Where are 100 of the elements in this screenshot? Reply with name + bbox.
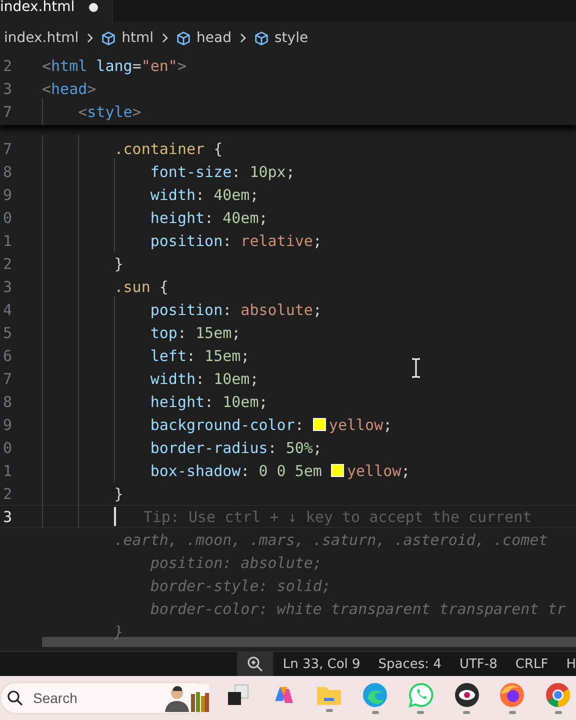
breadcrumb-item[interactable]: html <box>122 30 154 46</box>
code-text: position <box>150 300 223 318</box>
breadcrumb-item[interactable]: head <box>196 30 232 46</box>
zoom-button[interactable] <box>236 652 273 676</box>
folder-icon <box>316 684 342 706</box>
text-cursor-icon <box>411 358 421 378</box>
code-text: 15em <box>196 324 232 342</box>
search-input[interactable]: Search <box>31 689 155 707</box>
code-text: > <box>132 102 142 120</box>
line-number: 8 <box>2 162 12 180</box>
code-text: left <box>150 346 186 364</box>
code-text: : <box>294 416 305 434</box>
line-number: 2 <box>2 56 12 74</box>
code-text: position <box>150 232 223 250</box>
line-number: 7 <box>2 140 12 158</box>
code-text: 0 0 5em <box>258 462 323 480</box>
chat-phone-icon <box>408 682 434 708</box>
search-bar[interactable]: Search <box>0 682 210 714</box>
line-number: 3 <box>2 80 12 98</box>
suggestion-text: } <box>114 622 124 640</box>
zoom-icon <box>246 656 263 672</box>
code-text: ; <box>383 416 392 434</box>
editor-tab[interactable]: index.html <box>0 0 113 22</box>
code-text: ; <box>258 392 268 410</box>
cube-icon <box>254 30 268 46</box>
fox-globe-icon <box>499 682 526 708</box>
cube-icon <box>100 30 116 46</box>
line-number: 0 <box>2 208 12 226</box>
status-item[interactable]: CRLF <box>515 656 548 672</box>
code-text: height <box>150 392 205 410</box>
code-text: box-shadow <box>150 462 241 480</box>
code-text: } <box>114 254 124 272</box>
code-text: 10em <box>214 370 250 388</box>
code-text: 10px <box>250 162 286 180</box>
code-text: .container <box>114 140 205 158</box>
code-text: ; <box>312 438 322 456</box>
code-text: ; <box>312 300 322 318</box>
code-text: } <box>114 484 124 502</box>
code-text: : <box>204 392 215 410</box>
chevron-icon <box>238 32 248 44</box>
line-number: 9 <box>2 416 12 434</box>
line-number: 5 <box>2 324 12 342</box>
cube-icon <box>176 30 191 46</box>
squares-icon <box>226 683 250 707</box>
chevron-icon <box>84 32 95 44</box>
tip-text: Tip: Use ctrl + ↓ key to accept the current <box>142 508 532 526</box>
breadcrumb-item[interactable]: style <box>274 30 308 46</box>
code-text: "en" <box>141 56 178 74</box>
code-text: < <box>42 56 52 74</box>
code-text: : <box>196 370 206 388</box>
code-text: < <box>78 102 88 120</box>
code-text: : <box>177 324 188 342</box>
line-number: 4 <box>2 300 12 318</box>
line-number: 8 <box>2 392 12 410</box>
code-text: ; <box>240 346 250 364</box>
code-text: ; <box>401 462 410 480</box>
code-text: font-size <box>150 162 232 180</box>
line-number: 1 <box>2 462 12 480</box>
color-swatch[interactable] <box>330 464 344 477</box>
code-text: .sun <box>114 278 150 296</box>
line-number: 1 <box>2 232 12 250</box>
code-text: ; <box>258 208 268 226</box>
code-text: : <box>222 232 233 250</box>
line-number: 3 <box>2 508 12 526</box>
code-text: ; <box>250 186 259 204</box>
line-number: 9 <box>2 186 12 204</box>
code-text: width <box>150 186 196 204</box>
status-item[interactable]: Spaces: 4 <box>378 656 442 672</box>
code-text: : <box>222 300 233 318</box>
code-text: ; <box>286 162 295 180</box>
code-text: yellow <box>346 462 402 480</box>
code-text: ; <box>232 324 241 342</box>
code-text: style <box>87 102 132 120</box>
code-text: : <box>186 346 197 364</box>
code-text: border-radius <box>150 438 268 456</box>
status-item[interactable]: Ln 33, Col 9 <box>282 656 360 672</box>
code-text: html <box>51 56 88 74</box>
code-text: absolute <box>240 300 313 318</box>
code-text: lang <box>95 56 132 74</box>
suggestion-text: border-color: white transparent transparent tr <box>150 600 566 618</box>
status-item[interactable]: UTF-8 <box>459 656 498 672</box>
color-swatch[interactable] <box>312 418 326 431</box>
suggestion-text: .earth, .moon, .mars, .saturn, .asteroid, .comet <box>114 530 548 548</box>
line-number: 2 <box>2 484 12 502</box>
code-text: { <box>212 140 223 158</box>
code-text: relative <box>240 232 313 250</box>
line-number: 7 <box>2 102 12 120</box>
status-item[interactable]: H <box>566 656 576 672</box>
code-text: background-color <box>150 416 295 434</box>
code-text: 10em <box>222 392 259 410</box>
code-text: = <box>132 56 142 74</box>
line-number: 3 <box>2 278 12 296</box>
code-text: width <box>150 370 196 388</box>
code-text: < <box>42 80 52 98</box>
code-text: ; <box>250 370 259 388</box>
code-text: : <box>268 438 278 456</box>
line-number: 7 <box>2 370 12 388</box>
code-text: 40em <box>222 208 259 226</box>
code-text: top <box>150 324 178 342</box>
breadcrumb-item[interactable]: index.html <box>4 30 79 46</box>
